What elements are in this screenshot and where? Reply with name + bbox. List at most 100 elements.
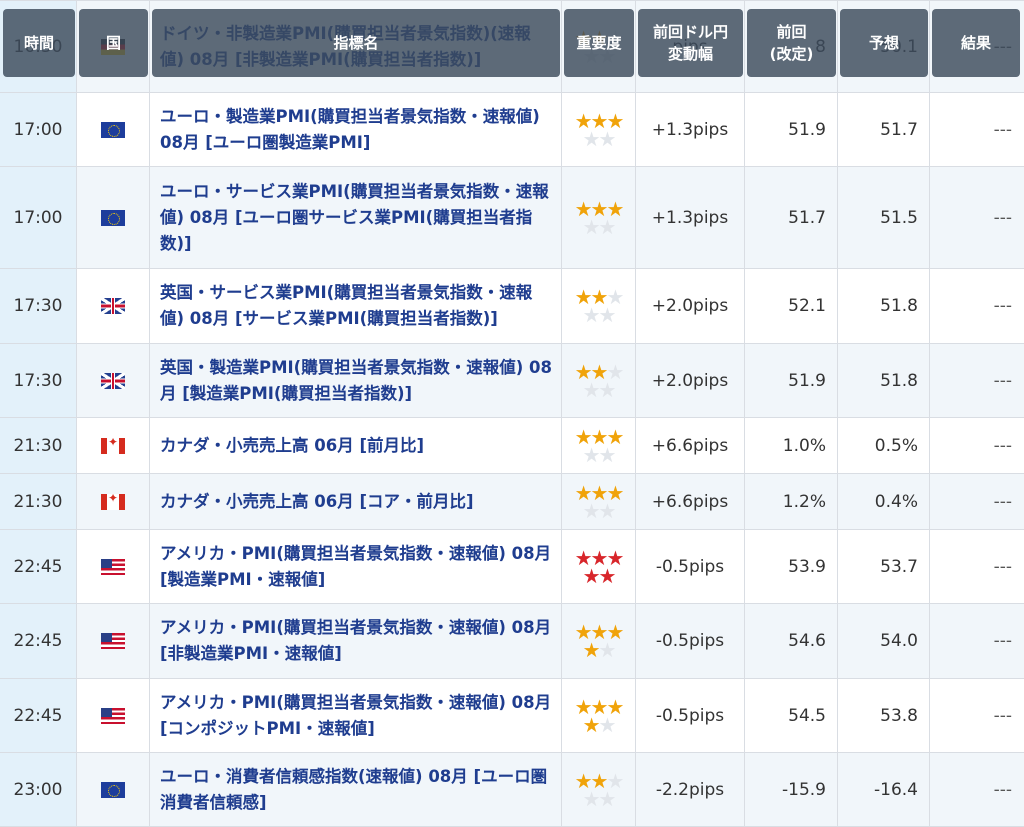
pips-change: +2.0pips — [636, 344, 745, 417]
forecast-value: -16.4 — [838, 753, 930, 826]
forecast-value: 51.5 — [838, 167, 930, 268]
forecast-value: 53.8 — [838, 679, 930, 752]
indicator-link[interactable]: 英国・サービス業PMI(購買担当者景気指数・速報値) 08月 [サービス業PMI… — [150, 269, 562, 343]
indicator-link[interactable]: カナダ・小売売上高 06月 [コア・前月比] — [150, 474, 562, 529]
flag-us-icon — [101, 707, 125, 724]
indicator-link[interactable]: アメリカ・PMI(購買担当者景気指数・速報値) 08月 [製造業PMI・速報値] — [150, 530, 562, 603]
header-pips[interactable]: 前回ドル円 変動幅 — [638, 9, 743, 77]
importance-rating: ★★★★★ — [562, 753, 636, 826]
country-cell — [77, 753, 150, 826]
header-previous[interactable]: 前回 (改定) — [747, 9, 836, 77]
event-time: 22:45 — [0, 530, 77, 603]
flag-ca-icon — [101, 493, 125, 510]
star-icon: ★ — [582, 786, 601, 811]
result-value: --- — [993, 435, 1012, 456]
flag-us-icon — [101, 558, 125, 575]
result-value: --- — [993, 207, 1012, 228]
event-time: 22:45 — [0, 679, 77, 752]
indicator-link[interactable]: ユーロ・消費者信頼感指数(速報値) 08月 [ユーロ圏消費者信頼感] — [150, 753, 562, 826]
star-icon: ★ — [598, 786, 617, 811]
country-cell — [77, 530, 150, 603]
star-icon: ★ — [582, 712, 601, 737]
importance-rating: ★★★★★ — [562, 93, 636, 166]
indicator-link[interactable]: ユーロ・製造業PMI(購買担当者景気指数・速報値) 08月 [ユーロ圏製造業PM… — [150, 93, 562, 166]
forecast-value: 51.8 — [838, 344, 930, 417]
header-indicator[interactable]: 指標名 — [152, 9, 560, 77]
table-row: 22:45 アメリカ・PMI(購買担当者景気指数・速報値) 08月 [製造業PMI… — [0, 530, 1024, 604]
pips-change: +6.6pips — [636, 474, 745, 529]
previous-value: 51.7 — [745, 167, 838, 268]
previous-value: 51.9 — [745, 93, 838, 166]
indicator-link[interactable]: 英国・製造業PMI(購買担当者景気指数・速報値) 08月 [製造業PMI(購買担… — [150, 344, 562, 417]
forecast-value: 0.4% — [838, 474, 930, 529]
pips-change: +1.3pips — [636, 93, 745, 166]
pips-change: -0.5pips — [636, 679, 745, 752]
header-prev-line2: (改定) — [769, 45, 814, 63]
star-icon: ★ — [582, 303, 601, 327]
star-icon: ★ — [598, 126, 617, 151]
event-time: 23:00 — [0, 753, 77, 826]
forecast-value: 51.7 — [838, 93, 930, 166]
indicator-link[interactable]: カナダ・小売売上高 06月 [前月比] — [150, 418, 562, 473]
importance-rating: ★★★★★ — [562, 474, 636, 529]
previous-value: 51.9 — [745, 344, 838, 417]
table-row: 21:30 カナダ・小売売上高 06月 [前月比]★★★★★+6.6pips1.0… — [0, 418, 1024, 474]
pips-change: +1.3pips — [636, 167, 745, 268]
star-icon: ★ — [598, 303, 617, 327]
country-cell — [77, 269, 150, 343]
table-row: 17:00 ユーロ・製造業PMI(購買担当者景気指数・速報値) 08月 [ユーロ圏… — [0, 93, 1024, 167]
indicator-link[interactable]: アメリカ・PMI(購買担当者景気指数・速報値) 08月 [非製造業PMI・速報値… — [150, 604, 562, 678]
header-country[interactable]: 国 — [79, 9, 148, 77]
event-time: 22:45 — [0, 604, 77, 678]
star-icon: ★ — [582, 214, 601, 239]
forecast-value: 0.5% — [838, 418, 930, 473]
pips-change: -0.5pips — [636, 530, 745, 603]
result-value: --- — [993, 705, 1012, 726]
importance-rating: ★★★★★ — [562, 604, 636, 678]
table-row: 17:00 ユーロ・サービス業PMI(購買担当者景気指数・速報値) 08月 [ユー… — [0, 167, 1024, 269]
header-result[interactable]: 結果 — [932, 9, 1020, 77]
star-icon: ★ — [598, 563, 617, 588]
flag-ca-icon — [101, 437, 125, 454]
result-value: --- — [993, 296, 1012, 316]
result-value: --- — [993, 779, 1012, 800]
header-prev-line1: 前回 — [776, 23, 807, 41]
header-forecast[interactable]: 予想 — [840, 9, 928, 77]
header-pips-line1: 前回ドル円 — [652, 23, 728, 41]
result-value: --- — [993, 556, 1012, 577]
previous-value: 52.1 — [745, 269, 838, 343]
star-icon: ★ — [582, 498, 601, 523]
importance-rating: ★★★★★ — [562, 269, 636, 343]
star-icon: ★ — [582, 563, 601, 588]
forecast-value: 54.0 — [838, 604, 930, 678]
header-importance[interactable]: 重要度 — [564, 9, 634, 77]
indicator-link[interactable]: ユーロ・サービス業PMI(購買担当者景気指数・速報値) 08月 [ユーロ圏サービ… — [150, 167, 562, 268]
event-time: 21:30 — [0, 474, 77, 529]
star-icon: ★ — [582, 638, 601, 662]
event-time: 17:30 — [0, 344, 77, 417]
result-value: --- — [993, 631, 1012, 651]
country-cell — [77, 93, 150, 166]
result-value: --- — [993, 119, 1012, 140]
flag-us-icon — [101, 633, 125, 649]
star-icon: ★ — [582, 126, 601, 151]
flag-gb-icon — [101, 372, 125, 389]
previous-value: -15.9 — [745, 753, 838, 826]
header-time[interactable]: 時間 — [3, 9, 75, 77]
star-icon: ★ — [598, 498, 617, 523]
previous-value: 1.0% — [745, 418, 838, 473]
country-cell — [77, 604, 150, 678]
indicator-link[interactable]: アメリカ・PMI(購買担当者景気指数・速報値) 08月 [コンポジットPMI・速… — [150, 679, 562, 752]
header-pips-line2: 変動幅 — [667, 45, 713, 63]
event-time: 21:30 — [0, 418, 77, 473]
star-icon: ★ — [598, 638, 617, 662]
table-row: 23:00 ユーロ・消費者信頼感指数(速報値) 08月 [ユーロ圏消費者信頼感] ★… — [0, 753, 1024, 827]
table-row: 17:30 英国・製造業PMI(購買担当者景気指数・速報値) 08月 [製造業PM… — [0, 344, 1024, 418]
importance-rating: ★★★★★ — [562, 344, 636, 417]
star-icon: ★ — [582, 377, 601, 402]
event-time: 17:00 — [0, 167, 77, 268]
event-time: 17:30 — [0, 269, 77, 343]
table-row: 17:30 英国・サービス業PMI(購買担当者景気指数・速報値) 08月 [サービ… — [0, 269, 1024, 344]
table-row: 22:45 アメリカ・PMI(購買担当者景気指数・速報値) 08月 [コンポジット… — [0, 679, 1024, 753]
country-cell — [77, 418, 150, 473]
